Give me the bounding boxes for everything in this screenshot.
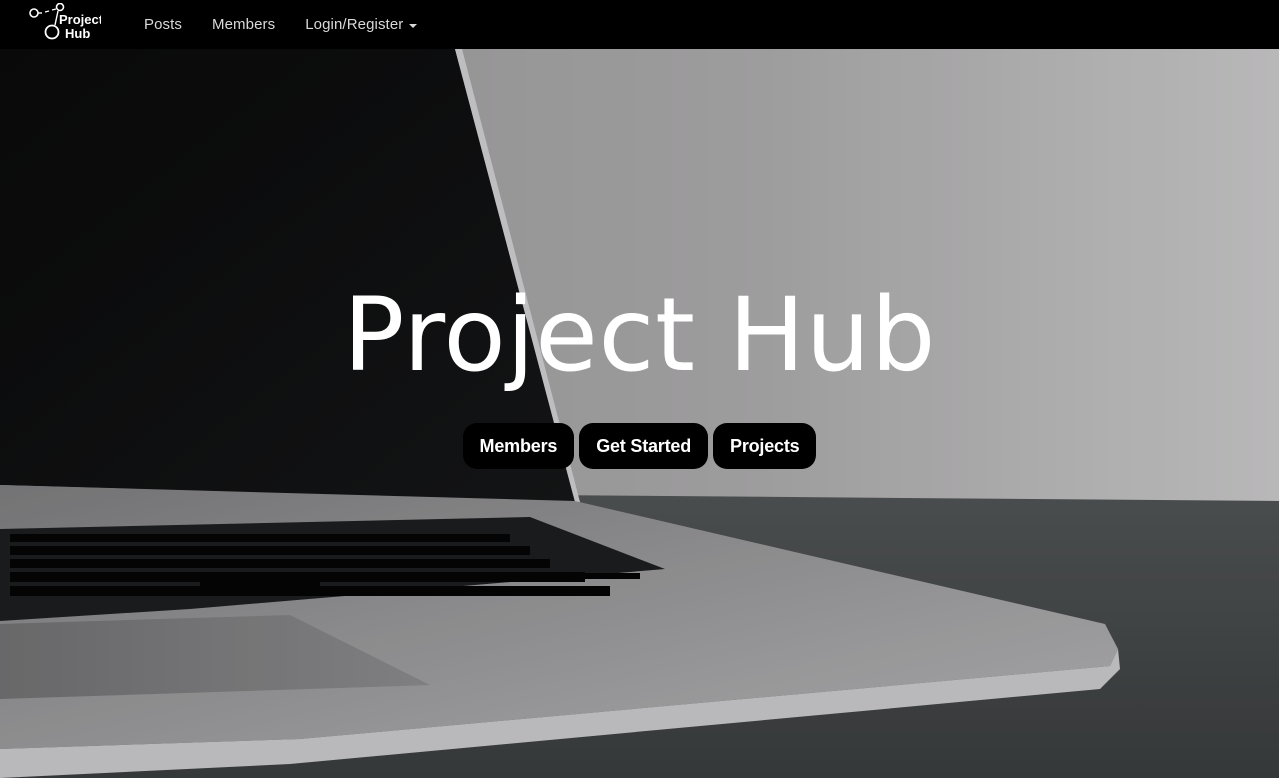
navbar: Project Hub Posts Members Login/Register (0, 0, 1279, 49)
nav-dropdown-login-register[interactable]: Login/Register (305, 16, 418, 33)
hero-title: Project Hub (343, 276, 936, 395)
caret-down-icon (409, 23, 418, 28)
get-started-button[interactable]: Get Started (579, 423, 709, 469)
logo-text-project: Project (59, 12, 101, 27)
hero-overlay (0, 49, 1279, 778)
brand-logo[interactable]: Project Hub (29, 3, 101, 43)
hero-section: Project Hub Members Get Started Projects (0, 49, 1279, 778)
nav-link-label: Members (212, 16, 276, 33)
logo-text-hub: Hub (65, 26, 90, 41)
nav-links: Posts Members Login/Register (144, 0, 447, 49)
hero-button-group: Members Get Started Projects (0, 423, 1279, 469)
nav-link-label: Login/Register (305, 16, 404, 33)
nav-link-label: Posts (144, 16, 183, 33)
members-button[interactable]: Members (462, 423, 575, 469)
nav-link-members[interactable]: Members (212, 16, 275, 33)
project-hub-logo: Project Hub (29, 3, 101, 41)
nav-link-posts[interactable]: Posts (144, 16, 182, 33)
projects-button[interactable]: Projects (713, 423, 817, 469)
